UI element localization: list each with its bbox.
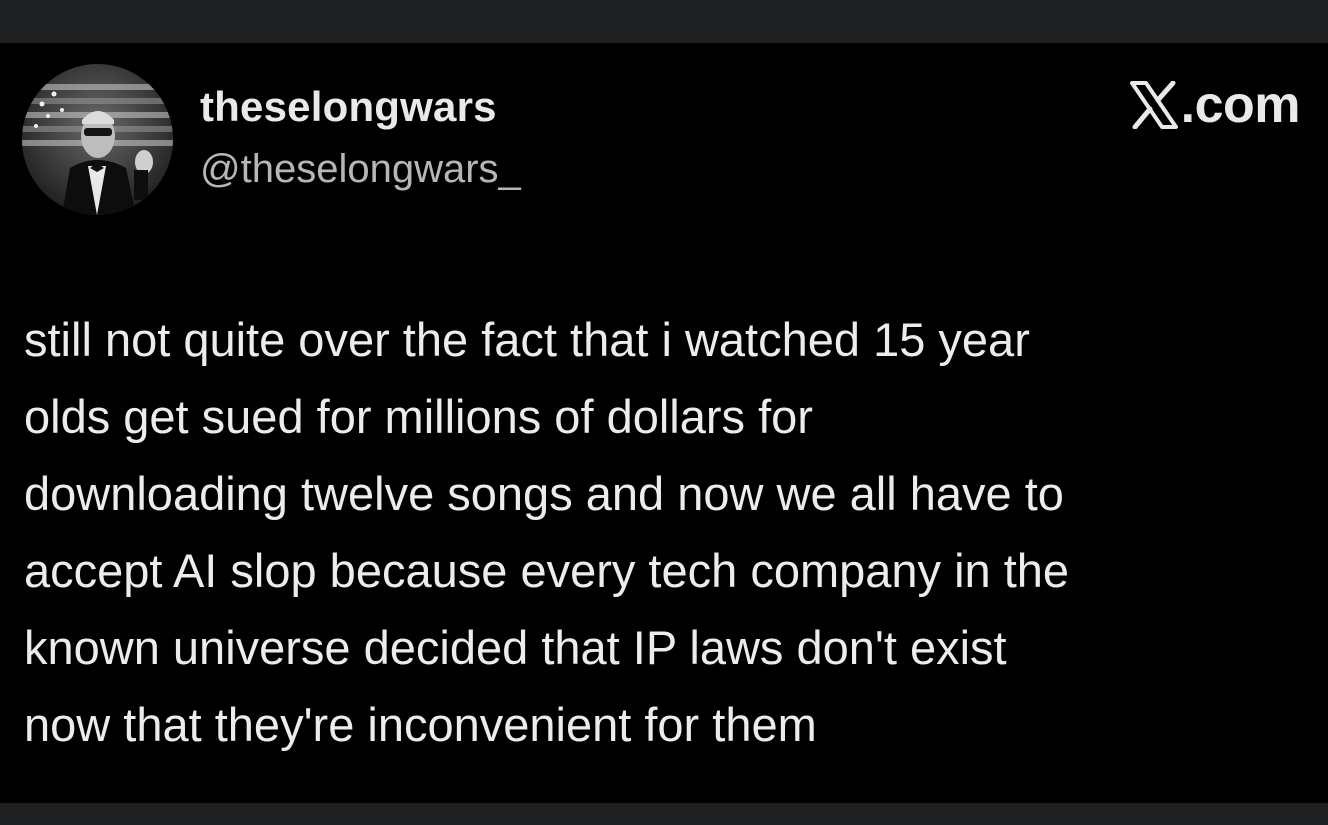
x-logo-icon [1129, 81, 1179, 129]
post-card: theselongwars @theselongwars_ .com still… [0, 43, 1328, 803]
post-text-line: known universe decided that IP laws don'… [24, 621, 1007, 674]
top-frame-bar [0, 0, 1328, 43]
post-text-line: downloading twelve songs and now we all … [24, 467, 1064, 520]
post-text-line: olds get sued for millions of dollars fo… [24, 390, 813, 443]
bottom-frame-bar [0, 803, 1328, 825]
post-body-text: still not quite over the fact that i wat… [24, 301, 1314, 763]
author-display-name[interactable]: theselongwars [200, 83, 497, 131]
post-text-line: accept AI slop because every tech compan… [24, 544, 1070, 597]
avatar[interactable] [22, 64, 173, 215]
post-text-line: now that they're inconvenient for them [24, 698, 817, 751]
avatar-photo-icon [22, 64, 173, 215]
post-text-line: still not quite over the fact that i wat… [24, 313, 1030, 366]
brand-domain-text: .com [1180, 76, 1301, 134]
author-handle[interactable]: @theselongwars_ [200, 147, 521, 192]
brand-mark: .com [1129, 76, 1301, 134]
